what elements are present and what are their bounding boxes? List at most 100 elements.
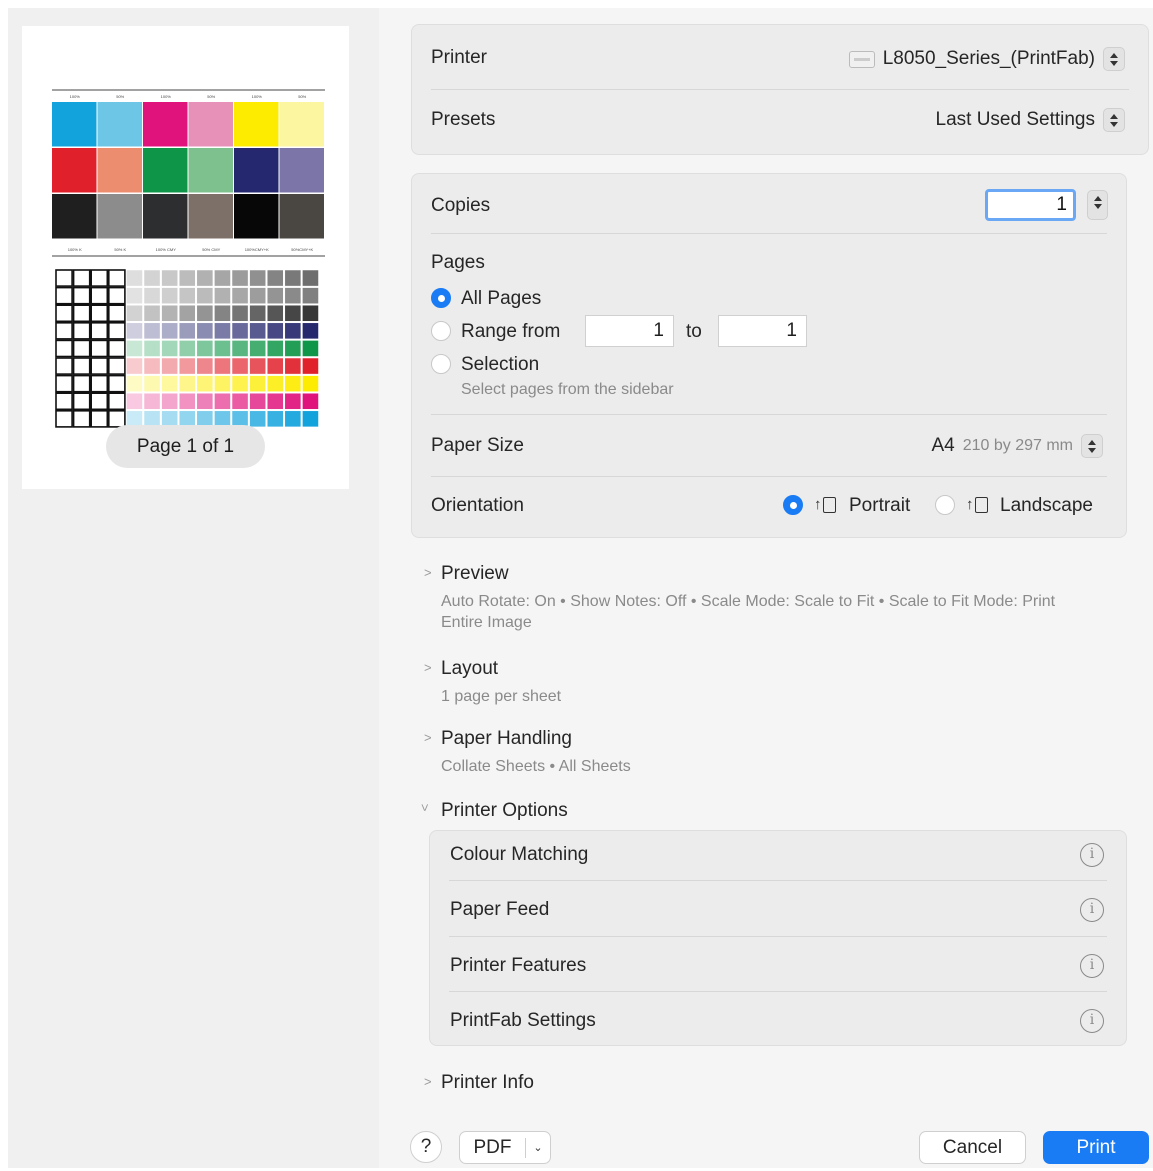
landscape-radio[interactable] bbox=[935, 495, 955, 515]
tint-patch bbox=[249, 375, 266, 392]
color-swatch bbox=[97, 148, 142, 193]
page-thumbnail[interactable]: 100% 50% 100% 50% 100% 50% 100% K 50% K 100% CM… bbox=[22, 26, 349, 489]
tint-patch bbox=[231, 322, 249, 340]
tint-patch bbox=[196, 304, 214, 322]
tint-patch bbox=[284, 357, 302, 375]
tint-patch bbox=[90, 339, 109, 358]
presets-select[interactable]: Last Used Settings bbox=[936, 105, 1125, 135]
portrait-label[interactable]: Portrait bbox=[849, 495, 910, 517]
print-button[interactable]: Print bbox=[1043, 1131, 1149, 1164]
tint-patch bbox=[143, 269, 161, 287]
color-swatch bbox=[52, 102, 97, 147]
divider bbox=[449, 936, 1107, 937]
tint-patch bbox=[196, 375, 214, 392]
tint-patch bbox=[249, 392, 266, 410]
tint-patch bbox=[143, 392, 161, 410]
range-to-label: to bbox=[686, 321, 702, 342]
tint-patch bbox=[90, 269, 109, 287]
paper-size-dimensions: 210 by 297 mm bbox=[962, 437, 1073, 454]
chevron-right-icon[interactable]: > bbox=[424, 1074, 432, 1089]
all-pages-label[interactable]: All Pages bbox=[461, 288, 541, 310]
pages-label: Pages bbox=[431, 252, 485, 273]
tint-patch bbox=[249, 410, 266, 428]
tint-patch bbox=[214, 340, 231, 357]
printer-options-title[interactable]: Printer Options bbox=[441, 800, 568, 822]
color-swatch bbox=[234, 194, 279, 239]
colour-matching-item[interactable]: Colour Matching bbox=[450, 844, 588, 866]
tint-patch bbox=[284, 340, 302, 357]
tint-patch bbox=[108, 269, 126, 287]
color-swatch bbox=[188, 148, 233, 193]
tint-patch bbox=[284, 410, 302, 428]
tint-patch bbox=[302, 375, 319, 392]
tint-patch bbox=[302, 340, 319, 357]
tint-patch bbox=[55, 357, 73, 375]
tint-patch bbox=[161, 287, 178, 304]
range-from-label[interactable]: Range from bbox=[461, 321, 560, 343]
chart-bottom-label: 50% K bbox=[114, 247, 126, 252]
selection-label[interactable]: Selection bbox=[461, 354, 539, 376]
selection-radio[interactable] bbox=[431, 354, 451, 374]
color-swatch bbox=[234, 148, 279, 193]
tint-patch bbox=[143, 304, 161, 322]
printfab-settings-item[interactable]: PrintFab Settings bbox=[450, 1010, 596, 1032]
divider bbox=[449, 991, 1107, 992]
landscape-label[interactable]: Landscape bbox=[1000, 495, 1093, 517]
tint-patch bbox=[231, 357, 249, 375]
preview-section-title[interactable]: Preview bbox=[441, 563, 509, 585]
tint-patch bbox=[108, 339, 126, 358]
portrait-radio[interactable] bbox=[783, 495, 803, 515]
tint-patch bbox=[161, 269, 178, 287]
color-swatch bbox=[143, 102, 188, 147]
all-pages-radio[interactable] bbox=[431, 288, 451, 308]
printer-info-title[interactable]: Printer Info bbox=[441, 1072, 534, 1094]
tint-patch bbox=[178, 375, 196, 392]
copies-stepper[interactable] bbox=[1087, 190, 1108, 220]
range-from-input[interactable]: 1 bbox=[585, 315, 674, 347]
chevron-right-icon[interactable]: > bbox=[424, 660, 432, 675]
chart-top-label: 50% bbox=[116, 94, 124, 99]
layout-section-title[interactable]: Layout bbox=[441, 658, 498, 680]
divider bbox=[431, 414, 1107, 415]
tint-patch bbox=[196, 340, 214, 357]
tint-patch bbox=[55, 321, 73, 340]
range-radio[interactable] bbox=[431, 321, 451, 341]
info-icon[interactable]: i bbox=[1080, 1009, 1104, 1033]
printer-icon bbox=[848, 50, 875, 68]
paper-size-value: A4 bbox=[931, 435, 955, 456]
tint-patch bbox=[178, 287, 196, 304]
cancel-button[interactable]: Cancel bbox=[919, 1131, 1026, 1164]
paper-handling-section-title[interactable]: Paper Handling bbox=[441, 728, 572, 750]
tint-patch bbox=[266, 322, 284, 340]
printer-select[interactable]: L8050_Series_(PrintFab) bbox=[848, 44, 1125, 74]
paper-feed-item[interactable]: Paper Feed bbox=[450, 899, 549, 921]
page-indicator: Page 1 of 1 bbox=[106, 425, 265, 468]
tint-patch bbox=[178, 340, 196, 357]
tint-patch bbox=[249, 340, 266, 357]
portrait-icon: ↑ bbox=[814, 496, 836, 514]
tint-patch bbox=[231, 340, 249, 357]
help-button[interactable]: ? bbox=[410, 1131, 442, 1163]
info-icon[interactable]: i bbox=[1080, 954, 1104, 978]
updown-chevron-icon bbox=[1103, 108, 1125, 132]
updown-chevron-icon bbox=[1103, 47, 1125, 71]
selection-hint: Select pages from the sidebar bbox=[461, 381, 674, 398]
landscape-icon: ↑ bbox=[966, 496, 988, 514]
tint-patch bbox=[126, 375, 143, 392]
info-icon[interactable]: i bbox=[1080, 843, 1104, 867]
copies-input[interactable]: 1 bbox=[985, 189, 1076, 221]
info-icon[interactable]: i bbox=[1080, 898, 1104, 922]
tint-patch bbox=[161, 357, 178, 375]
tint-patch bbox=[72, 286, 91, 305]
chevron-right-icon[interactable]: > bbox=[424, 730, 432, 745]
printer-features-item[interactable]: Printer Features bbox=[450, 955, 586, 977]
updown-chevron-icon bbox=[1081, 434, 1103, 458]
range-to-input[interactable]: 1 bbox=[718, 315, 807, 347]
chart-bottom-labels: 100% K 50% K 100% CMY 50% CMY 100%CMY+K 50%CM… bbox=[52, 247, 325, 257]
tint-patch bbox=[284, 304, 302, 322]
paper-size-select[interactable]: A4 210 by 297 mm bbox=[931, 431, 1103, 461]
pdf-menu-button[interactable]: PDF ⌄ bbox=[459, 1131, 551, 1164]
tint-patch bbox=[266, 304, 284, 322]
chevron-down-icon[interactable]: > bbox=[417, 804, 432, 812]
chevron-right-icon[interactable]: > bbox=[424, 565, 432, 580]
